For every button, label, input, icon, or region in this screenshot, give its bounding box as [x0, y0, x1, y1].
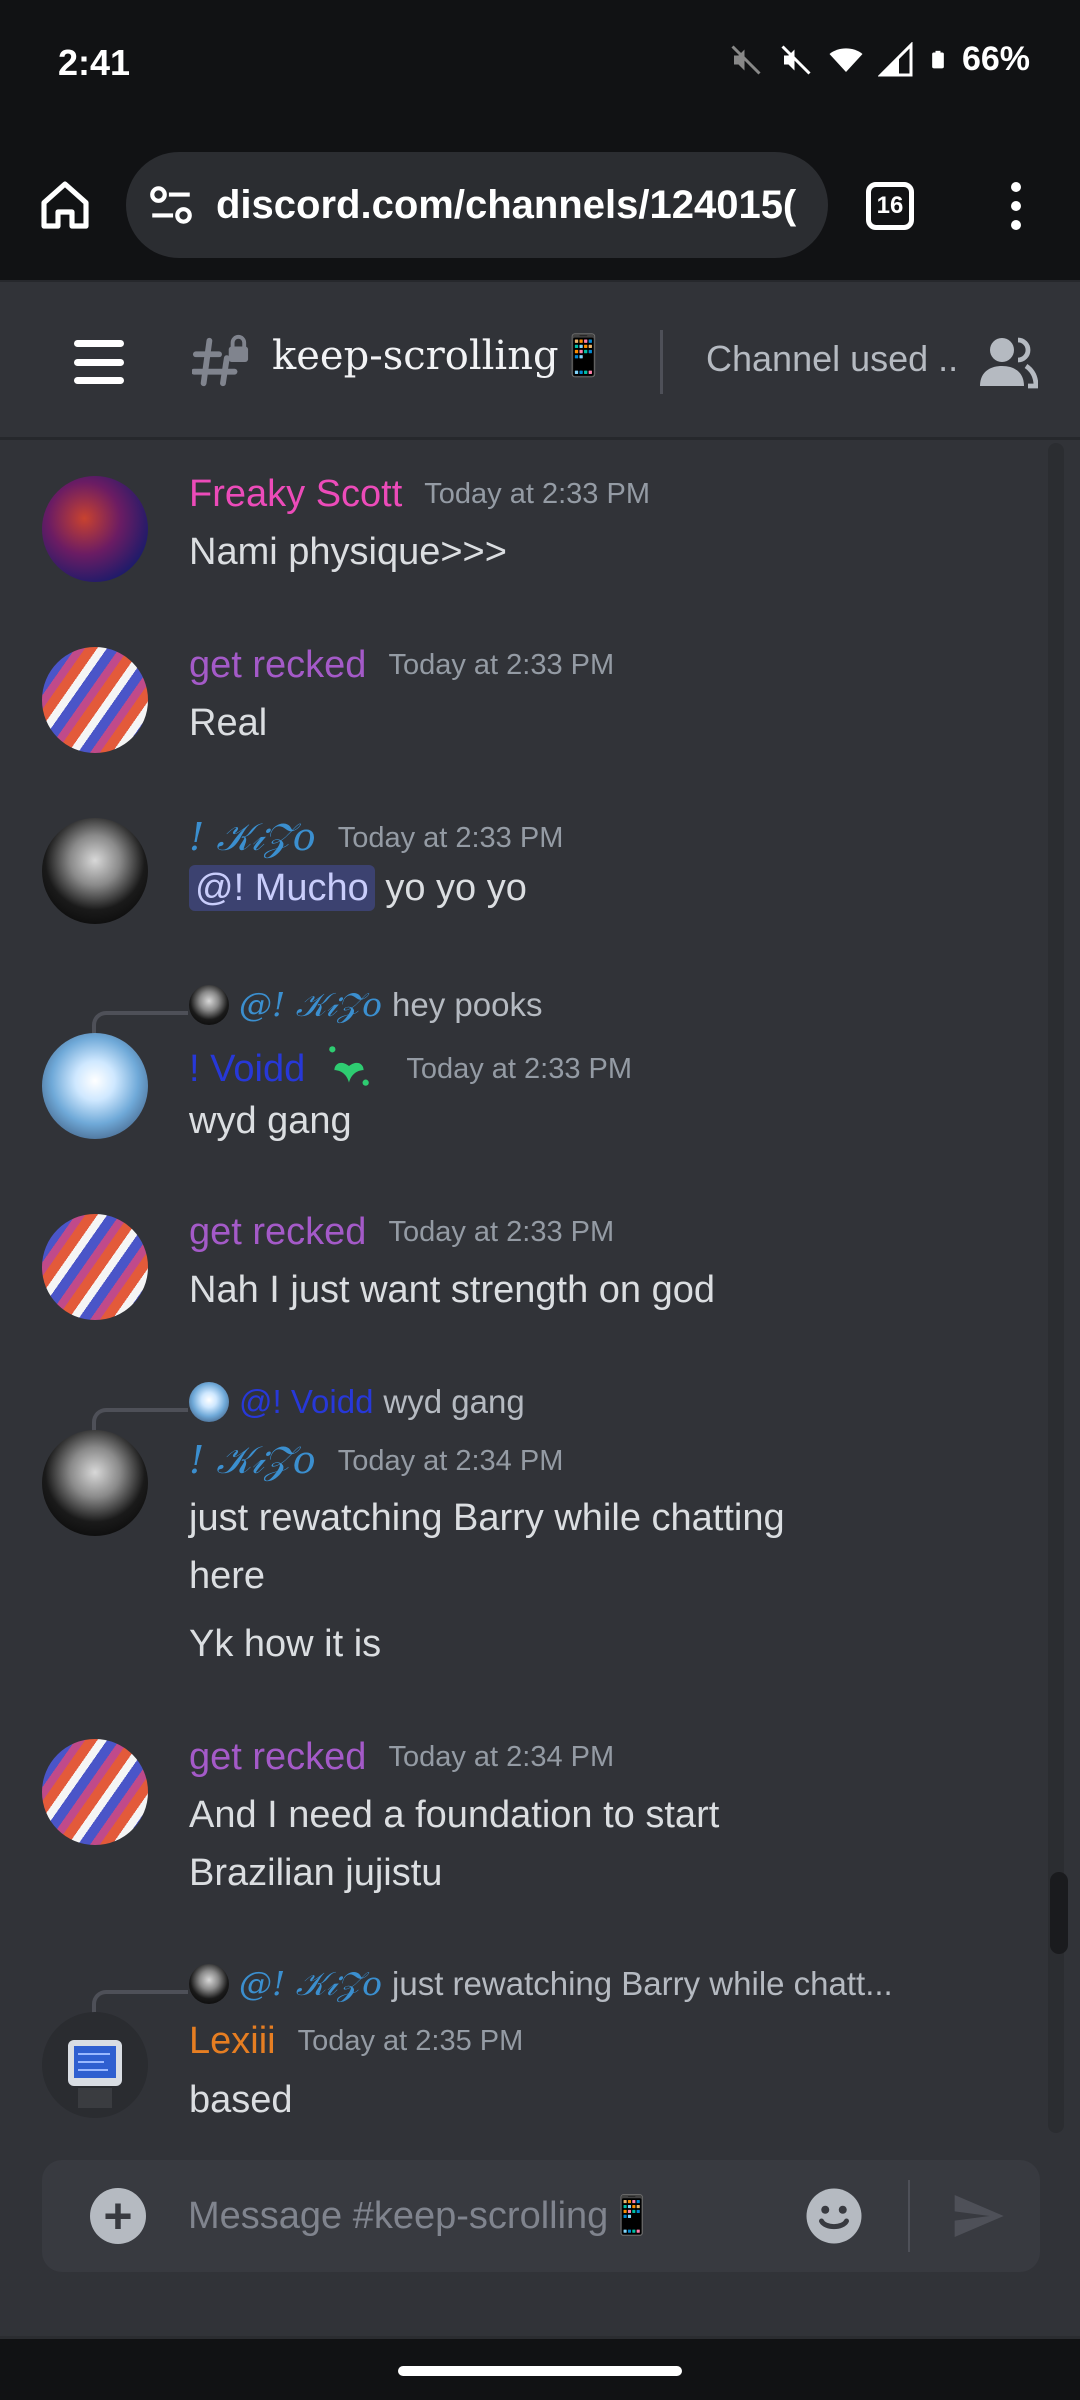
author-name[interactable]: ! 𝒦𝒾𝒵𝑜	[189, 815, 316, 859]
more-vert-icon[interactable]	[996, 176, 1036, 236]
composer-divider	[908, 2180, 910, 2252]
site-settings-icon[interactable]	[146, 180, 196, 230]
members-icon[interactable]	[978, 334, 1038, 390]
message-composer: +	[42, 2160, 1040, 2272]
mute-icon	[781, 44, 811, 75]
message-text: Brazilian jujistu	[189, 1852, 443, 1894]
locked-hash-icon	[192, 334, 249, 387]
role-badge-icon	[328, 1046, 369, 1086]
message-input[interactable]	[188, 2182, 788, 2250]
timestamp: Today at 2:33 PM	[388, 649, 615, 681]
send-icon[interactable]	[948, 2188, 1008, 2244]
reply-author[interactable]: @! 𝒦𝒾𝒵𝑜	[239, 1964, 382, 2004]
reply-preview[interactable]: @! Voidd wyd gang	[189, 1382, 525, 1422]
message-text: based	[189, 2079, 293, 2121]
hamburger-icon[interactable]	[74, 340, 124, 384]
plus-icon[interactable]: +	[90, 2188, 146, 2244]
message-text: Yk how it is	[189, 1623, 382, 1665]
reply-text: just rewatching Barry while chatt...	[392, 1965, 893, 2002]
message-text: @! Mucho yo yo yo	[189, 865, 527, 911]
message-list[interactable]: Freaky Scott Today at 2:33 PM Nami physiq…	[0, 443, 1080, 2133]
user-mention[interactable]: @! Mucho	[189, 865, 375, 911]
reply-author[interactable]: @! 𝒦𝒾𝒵𝑜	[239, 985, 382, 1025]
status-icons: 66%	[728, 40, 1030, 79]
author-name[interactable]: get recked	[189, 1736, 366, 1778]
avatar[interactable]	[42, 2012, 148, 2118]
timestamp: Today at 2:33 PM	[337, 822, 564, 854]
message-text: Real	[189, 702, 268, 744]
author-name[interactable]: ! Voidd	[189, 1048, 305, 1090]
message-text: Nami physique>>>	[189, 531, 507, 573]
emoji-icon[interactable]	[804, 2186, 864, 2246]
message-text: here	[189, 1555, 266, 1597]
header-divider	[660, 330, 663, 394]
home-gesture-handle[interactable]	[398, 2366, 682, 2376]
reply-avatar	[189, 1964, 229, 2004]
reply-preview[interactable]: @! 𝒦𝒾𝒵𝑜 just rewatching Barry while chat…	[189, 1964, 893, 2004]
timestamp: Today at 2:35 PM	[297, 2025, 524, 2057]
timestamp: Today at 2:33 PM	[424, 478, 650, 510]
reply-avatar	[189, 985, 229, 1025]
author-name[interactable]: get recked	[189, 1211, 366, 1253]
timestamp: Today at 2:34 PM	[337, 1445, 564, 1477]
reply-avatar	[189, 1382, 229, 1422]
wifi-icon	[829, 47, 863, 72]
author-name[interactable]: Lexiii	[189, 2020, 276, 2062]
battery-icon	[932, 50, 944, 68]
channel-name: keep-scrolling📱	[272, 333, 609, 379]
message-text: Nah I just want strength on god	[189, 1269, 715, 1311]
address-bar[interactable]: discord.com/channels/124015(	[126, 152, 828, 258]
avatar[interactable]	[42, 476, 148, 582]
message-body: yo yo yo	[385, 867, 527, 909]
browser-toolbar: discord.com/channels/124015( 16	[0, 130, 1080, 280]
avatar[interactable]	[42, 1214, 148, 1320]
author-name[interactable]: get recked	[189, 644, 366, 686]
avatar[interactable]	[42, 647, 148, 753]
status-bar: 2:41 66%	[0, 0, 1080, 130]
timestamp: Today at 2:34 PM	[388, 1741, 615, 1773]
message-text: just rewatching Barry while chatting	[189, 1497, 785, 1539]
status-time: 2:41	[58, 42, 131, 83]
tv-head-avatar-icon	[68, 2040, 122, 2108]
battery-percent: 66%	[961, 40, 1030, 78]
reply-author[interactable]: @! Voidd	[239, 1383, 373, 1421]
timestamp: Today at 2:33 PM	[388, 1216, 615, 1248]
author-name[interactable]: ! 𝒦𝒾𝒵𝑜	[189, 1438, 316, 1482]
tab-count: 16	[876, 192, 904, 219]
tabs-button[interactable]: 16	[866, 182, 914, 230]
reply-text: hey pooks	[392, 986, 543, 1023]
home-button[interactable]	[30, 170, 100, 240]
avatar[interactable]	[42, 1430, 148, 1536]
author-name[interactable]: Freaky Scott	[189, 473, 402, 515]
timestamp: Today at 2:33 PM	[406, 1053, 633, 1085]
reply-preview[interactable]: @! 𝒦𝒾𝒵𝑜 hey pooks	[189, 985, 542, 1025]
home-icon	[41, 181, 89, 229]
scrollbar-thumb[interactable]	[1050, 1872, 1068, 1954]
message-text: wyd gang	[189, 1100, 352, 1142]
avatar[interactable]	[42, 1033, 148, 1139]
reply-text: wyd gang	[383, 1383, 525, 1420]
channel-header: keep-scrolling📱 Channel used ...	[0, 280, 1080, 440]
url-text: discord.com/channels/124015(	[216, 182, 797, 227]
do-not-disturb-icon	[731, 44, 761, 75]
signal-icon	[877, 41, 913, 76]
avatar[interactable]	[42, 818, 148, 924]
message-text: And I need a foundation to start	[189, 1794, 720, 1836]
channel-topic[interactable]: Channel used ...	[706, 338, 958, 380]
avatar[interactable]	[42, 1739, 148, 1845]
